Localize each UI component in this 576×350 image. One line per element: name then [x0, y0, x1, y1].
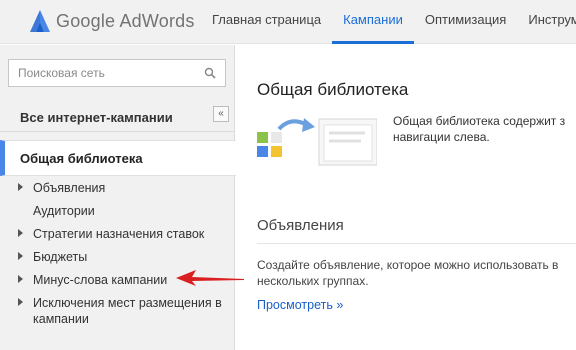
search-icon[interactable] [204, 67, 216, 79]
adwords-logo[interactable]: Google AdWords [30, 6, 195, 36]
tree-item-label: Исключения мест размещения в [33, 296, 222, 310]
tree-item-label: Бюджеты [33, 250, 88, 264]
view-ads-link[interactable]: Просмотреть » [257, 298, 343, 312]
tab-tools[interactable]: Инструм [517, 0, 576, 44]
ads-section-title: Объявления [257, 217, 344, 234]
expand-arrow-icon[interactable] [18, 229, 23, 237]
tree-item-label: Объявления [33, 181, 106, 195]
tab-home[interactable]: Главная страница [201, 0, 332, 44]
expand-arrow-icon[interactable] [18, 298, 23, 306]
ads-description-line2: нескольких группах. [257, 274, 369, 288]
adwords-logo-icon [30, 10, 50, 32]
tab-optimization[interactable]: Оптимизация [414, 0, 518, 44]
expand-arrow-icon[interactable] [18, 275, 23, 283]
ads-description-line1: Создайте объявление, которое можно испол… [257, 258, 559, 272]
library-description-line1: Общая библиотека содержит з [393, 114, 566, 128]
page-title: Общая библиотека [257, 80, 409, 99]
top-header: Google AdWords Главная страница Кампании… [0, 0, 576, 44]
tree-item-label: Аудитории [33, 204, 95, 218]
search-box [8, 59, 226, 87]
sidebar-item-label: Общая библиотека [20, 151, 143, 166]
red-pointer-arrow-icon [176, 270, 244, 286]
tree-item-label-line2: кампании [33, 312, 89, 326]
expand-arrow-icon[interactable] [18, 252, 23, 260]
logo-google-text: Google [56, 10, 116, 31]
main-nav: Главная страница Кампании Оптимизация Ин… [201, 0, 576, 44]
library-description-line2: навигации слева. [393, 130, 490, 144]
tree-item-label: Стратегии назначения ставок [33, 227, 205, 241]
all-campaigns-link[interactable]: Все интернет-кампании [20, 110, 173, 125]
sidebar: Все интернет-кампании « Общая библиотека… [0, 45, 236, 350]
section-divider [257, 243, 576, 244]
library-illustration-icon [257, 118, 377, 166]
main-content: Общая библиотека Общая библиотека содерж… [236, 45, 576, 350]
sidebar-divider [0, 131, 235, 132]
sidebar-item-shared-library[interactable]: Общая библиотека [0, 140, 236, 176]
logo-product-text: AdWords [119, 10, 195, 31]
tree-item-label: Минус-слова кампании [33, 273, 168, 287]
search-input[interactable] [9, 60, 199, 86]
collapse-sidebar-button[interactable]: « [213, 106, 229, 122]
library-description: Общая библиотека содержит з навигации сл… [393, 113, 576, 145]
ads-section-description: Создайте объявление, которое можно испол… [257, 257, 558, 289]
expand-arrow-icon[interactable] [18, 183, 23, 191]
tab-campaigns[interactable]: Кампании [332, 0, 414, 44]
